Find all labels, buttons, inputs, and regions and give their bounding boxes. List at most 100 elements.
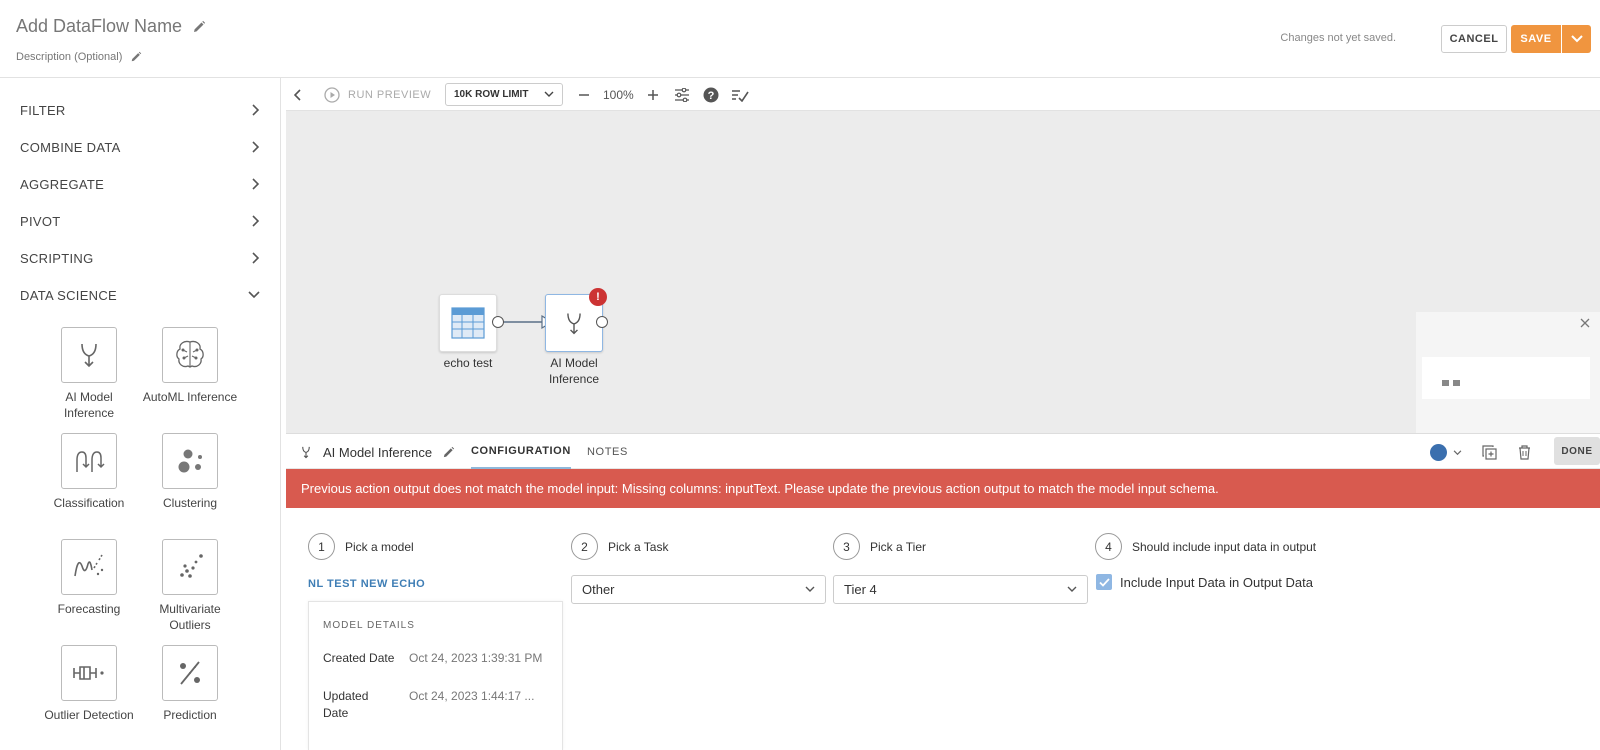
node-output-port[interactable] [596, 316, 608, 328]
app-header: Add DataFlow Name Description (Optional)… [0, 0, 1600, 78]
chevron-down-icon [1570, 35, 1583, 43]
edit-description-pencil-icon[interactable] [130, 51, 142, 63]
sidebar-category-label: DATA SCIENCE [20, 287, 118, 303]
zoom-out-button[interactable] [578, 78, 590, 111]
tile-icon-box [162, 433, 218, 489]
trash-icon[interactable] [1518, 445, 1531, 460]
chevron-right-icon [252, 141, 260, 153]
run-preview-button[interactable]: RUN PREVIEW [324, 78, 431, 111]
tile-multivariate-outliers[interactable]: Multivariate Outliers [140, 539, 240, 633]
chevron-down-icon [805, 586, 815, 592]
collapse-sidebar-button[interactable] [294, 78, 302, 111]
tab-notes[interactable]: NOTES [587, 434, 628, 470]
tile-outlier-detection[interactable]: Outlier Detection [39, 645, 139, 723]
row-limit-select[interactable]: 10K ROW LIMIT [445, 83, 563, 106]
tier-select[interactable]: Tier 4 [833, 575, 1088, 604]
sidebar-category-scripting[interactable]: SCRIPTING [20, 243, 260, 273]
svg-text:?: ? [708, 90, 715, 102]
created-date-row: Created Date Oct 24, 2023 1:39:31 PM [323, 650, 542, 667]
layout-settings-button[interactable] [674, 78, 690, 111]
save-button[interactable]: SAVE [1511, 25, 1561, 53]
minimap-viewport [1422, 357, 1590, 399]
canvas-toolbar: RUN PREVIEW 10K ROW LIMIT 100% ? [286, 78, 1600, 111]
edit-name-pencil-icon[interactable] [192, 20, 206, 34]
tile-label: Multivariate Outliers [159, 602, 221, 632]
save-options-dropdown-button[interactable] [1562, 25, 1591, 53]
zoom-in-button[interactable] [647, 78, 659, 111]
include-input-data-label: Include Input Data in Output Data [1120, 574, 1313, 590]
action-palette-sidebar: FILTER COMBINE DATA AGGREGATE PIVOT SCRI… [0, 78, 281, 750]
zoom-level: 100% [603, 87, 634, 102]
step-label: Pick a model [345, 539, 414, 554]
model-fork-icon [81, 343, 97, 368]
canvas-node-label: AI Model Inference [548, 356, 600, 386]
action-name[interactable]: AI Model Inference [323, 445, 432, 460]
color-swatch [1430, 444, 1447, 461]
dataflow-name-text[interactable]: Add DataFlow Name [16, 16, 182, 37]
edit-action-name-pencil-icon[interactable] [442, 446, 455, 459]
brain-icon [176, 340, 204, 368]
help-icon: ? [703, 87, 719, 102]
save-status-text: Changes not yet saved. [1280, 32, 1396, 44]
sidebar-category-label: SCRIPTING [20, 250, 94, 266]
tile-ai-model-inference[interactable]: AI Model Inference [39, 327, 139, 421]
dataflow-description[interactable]: Description (Optional) [16, 51, 142, 63]
updated-date-value: Oct 24, 2023 1:44:17 ... [409, 689, 535, 703]
checklist-icon [732, 89, 749, 102]
step-number: 2 [571, 533, 598, 560]
tile-icon-box [61, 433, 117, 489]
action-panel-header: AI Model Inference CONFIGURATION NOTES D… [286, 433, 1600, 470]
sidebar-category-data-science[interactable]: DATA SCIENCE [20, 280, 260, 310]
include-input-data-option[interactable]: Include Input Data in Output Data [1096, 574, 1313, 590]
tile-label: Forecasting [57, 602, 121, 616]
step-number: 3 [833, 533, 860, 560]
sidebar-category-pivot[interactable]: PIVOT [20, 206, 260, 236]
selected-model-link[interactable]: NL TEST NEW ECHO [308, 578, 425, 590]
action-color-picker[interactable] [1430, 444, 1462, 461]
dataflow-canvas[interactable]: echo test ! AI Model Inference [286, 111, 1600, 433]
node-connector-line [496, 314, 554, 330]
step-pick-task: 2 Pick a Task [571, 533, 668, 560]
table-icon [451, 307, 485, 339]
sidebar-category-label: AGGREGATE [20, 176, 105, 192]
tile-automl-inference[interactable]: AutoML Inference [140, 327, 240, 405]
model-fork-icon [567, 313, 581, 335]
canvas-node-echo-test[interactable] [439, 294, 497, 352]
model-fork-icon [302, 446, 310, 459]
task-select[interactable]: Other [571, 575, 826, 604]
task-select-value: Other [582, 582, 615, 597]
percent-icon [180, 661, 200, 685]
tile-classification[interactable]: Classification [39, 433, 139, 511]
duplicate-icon[interactable] [1482, 445, 1497, 460]
dataflow-name[interactable]: Add DataFlow Name [16, 16, 206, 37]
chevron-down-icon [1453, 449, 1462, 455]
tile-icon-box [61, 539, 117, 595]
step-number: 4 [1095, 533, 1122, 560]
help-button[interactable]: ? [703, 78, 719, 111]
tile-prediction[interactable]: Prediction [140, 645, 240, 723]
tab-configuration[interactable]: CONFIGURATION [471, 434, 571, 470]
tile-label: AutoML Inference [142, 390, 238, 404]
include-input-data-checkbox[interactable] [1096, 574, 1112, 590]
model-details-card: MODEL DETAILS Created Date Oct 24, 2023 … [308, 601, 563, 750]
sidebar-category-filter[interactable]: FILTER [20, 95, 260, 125]
tier-select-value: Tier 4 [844, 582, 877, 597]
tile-forecasting[interactable]: Forecasting [39, 539, 139, 617]
validate-button[interactable] [731, 78, 749, 111]
tile-icon-box [61, 645, 117, 701]
sidebar-category-combine-data[interactable]: COMBINE DATA [20, 132, 260, 162]
canvas-minimap[interactable] [1416, 312, 1600, 433]
tile-icon-box [162, 327, 218, 383]
chevron-down-icon [544, 91, 554, 97]
sidebar-category-aggregate[interactable]: AGGREGATE [20, 169, 260, 199]
tile-clustering[interactable]: Clustering [140, 433, 240, 511]
tile-label: Prediction [163, 708, 217, 722]
canvas-node-label: echo test [443, 356, 493, 370]
cancel-button[interactable]: CANCEL [1441, 25, 1507, 53]
created-date-value: Oct 24, 2023 1:39:31 PM [409, 651, 543, 665]
node-output-port[interactable] [492, 316, 504, 328]
close-icon[interactable] [1580, 318, 1590, 328]
done-button[interactable]: DONE [1554, 437, 1600, 465]
dataflow-description-text[interactable]: Description (Optional) [16, 51, 122, 63]
tile-label: Classification [53, 496, 125, 510]
